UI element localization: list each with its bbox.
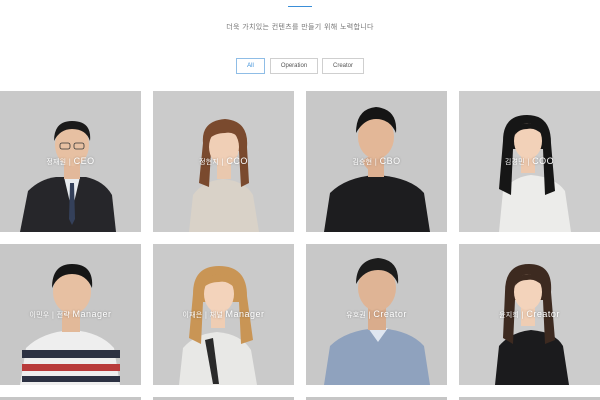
page-subtitle: 더욱 가치있는 컨텐츠를 만들기 위해 노력합니다: [226, 23, 374, 31]
member-name: 정현지 |: [199, 158, 224, 166]
member-name: 유호권 |: [346, 311, 371, 319]
member-name: 이민우 | 전략: [29, 311, 71, 319]
team-card-cco[interactable]: 정현지 | CCO: [153, 91, 294, 232]
member-label: 이재은 | 채널 Manager: [153, 309, 294, 320]
member-name: 윤지희 |: [499, 311, 524, 319]
member-label: 윤지희 | Creator: [459, 309, 600, 320]
team-card-creator-1[interactable]: 유호권 | Creator: [306, 244, 447, 385]
member-label: 유호권 | Creator: [306, 309, 447, 320]
filter-creator-button[interactable]: Creator: [322, 58, 364, 74]
member-label: 김경민 | COO: [459, 156, 600, 167]
member-label: 정재원 | CEO: [0, 156, 141, 167]
member-role: Manager: [72, 309, 112, 319]
member-label: 이민우 | 전략 Manager: [0, 309, 141, 320]
member-role: CCO: [226, 156, 248, 166]
team-card-strategy-manager[interactable]: 이민우 | 전략 Manager: [0, 244, 141, 385]
member-label: 정현지 | CCO: [153, 156, 294, 167]
member-role: CEO: [73, 156, 95, 166]
team-card-coo[interactable]: 김경민 | COO: [459, 91, 600, 232]
member-name: 정재원 |: [46, 158, 72, 166]
team-card-creator-2[interactable]: 윤지희 | Creator: [459, 244, 600, 385]
team-card-ceo[interactable]: 정재원 | CEO: [0, 91, 141, 232]
member-role: COO: [532, 156, 555, 166]
filter-operation-button[interactable]: Operation: [270, 58, 318, 74]
team-card-channel-manager[interactable]: 이재은 | 채널 Manager: [153, 244, 294, 385]
member-role: CBO: [379, 156, 401, 166]
member-label: 김승현 | CBO: [306, 156, 447, 167]
member-role: Creator: [526, 309, 560, 319]
member-name: 김승현 |: [352, 158, 378, 166]
member-name: 김경민 |: [504, 158, 530, 166]
filter-all-button[interactable]: All: [236, 58, 265, 74]
member-role: Manager: [225, 309, 265, 319]
member-name: 이재은 | 채널: [182, 311, 224, 319]
title-underline: [288, 6, 312, 7]
member-role: Creator: [373, 309, 407, 319]
team-card-cbo[interactable]: 김승현 | CBO: [306, 91, 447, 232]
